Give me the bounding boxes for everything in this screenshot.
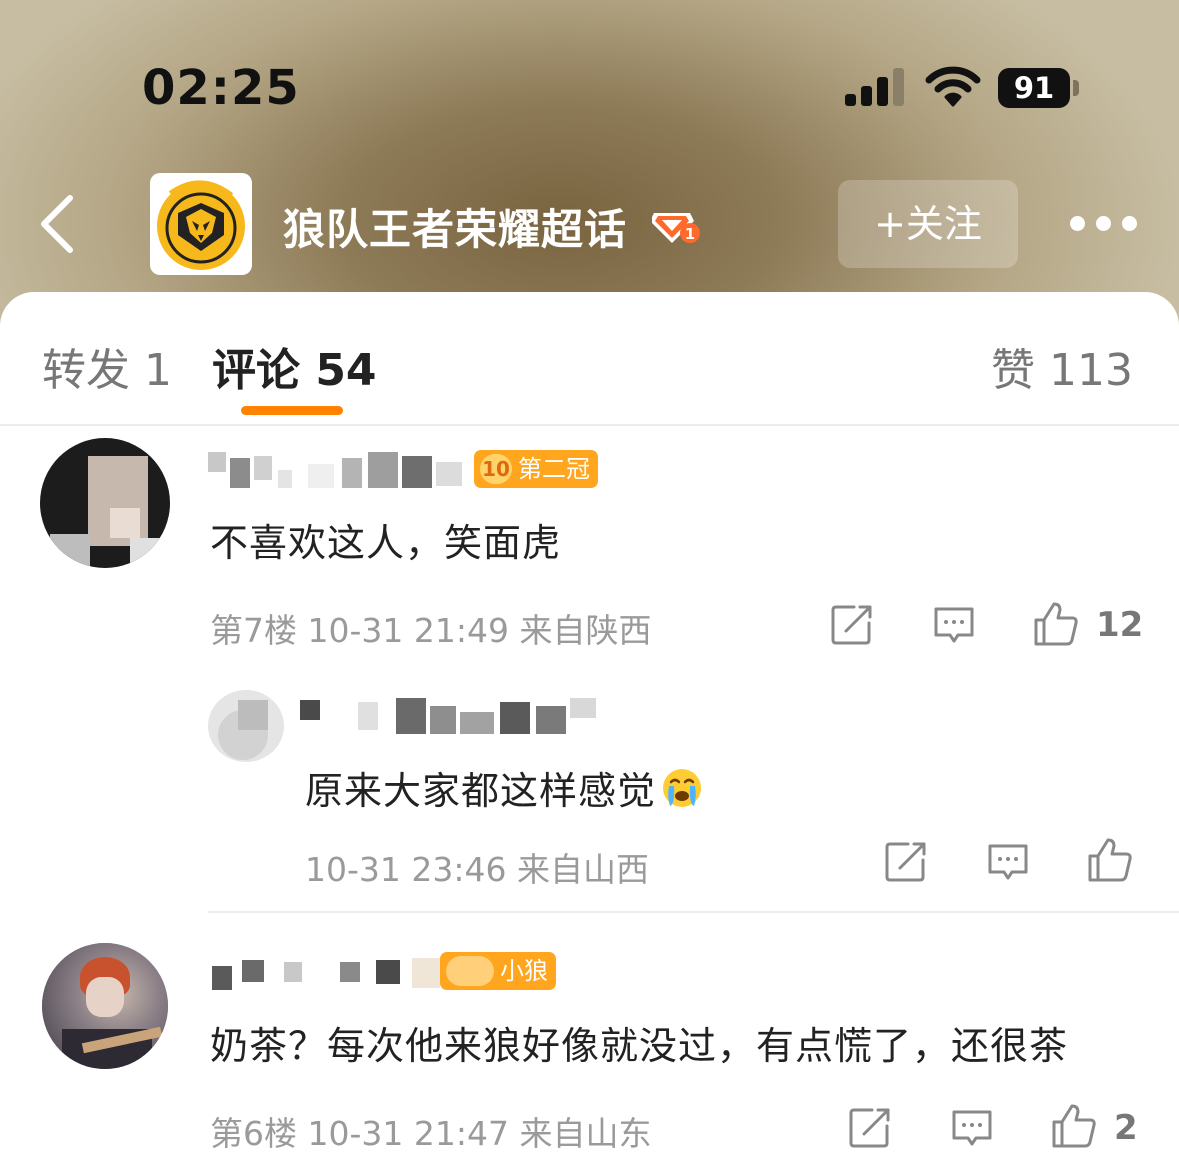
repost-icon[interactable] [830, 603, 874, 647]
crying-face-icon [663, 769, 702, 807]
reply-avatar[interactable] [208, 690, 284, 762]
super-topic-level-badge-icon: 1 [652, 213, 700, 243]
avatar[interactable] [42, 943, 168, 1069]
avatar[interactable] [40, 438, 170, 568]
repost-icon[interactable] [848, 1106, 892, 1150]
comment-location: 来自山东 [519, 1114, 652, 1153]
tab-like[interactable]: 赞 113 [991, 334, 1133, 398]
comment-icon[interactable] [950, 1106, 994, 1150]
floor-number: 第7楼 [210, 611, 297, 650]
reply-meta: 10-31 23:46 来自山西 [305, 843, 649, 891]
comment-meta: 第6楼 10-31 21:47 来自山东 [210, 1107, 651, 1155]
fan-level-badge: 小狼 [440, 952, 556, 990]
username-blurred[interactable] [212, 956, 442, 996]
wolf-logo-icon[interactable] [150, 173, 252, 275]
active-tab-indicator [241, 406, 343, 415]
tab-repost[interactable]: 转发 1 [42, 334, 172, 398]
comment-text: 不喜欢这人，笑面虎 [210, 521, 562, 565]
cellular-signal-icon [845, 68, 905, 106]
like-thumb-icon[interactable] [1086, 836, 1134, 884]
like-thumb-icon[interactable] [1032, 600, 1080, 648]
back-arrow-icon[interactable] [34, 192, 84, 256]
wifi-icon [925, 66, 981, 107]
badge-label: 小狼 [500, 957, 548, 985]
like-count: 2 [1114, 1108, 1138, 1148]
comment-time: 10-31 21:47 [307, 1114, 509, 1153]
tab-comment[interactable]: 评论 54 [212, 334, 377, 398]
more-options-icon[interactable] [1066, 212, 1142, 236]
battery-icon: 91 [998, 68, 1080, 108]
follow-button[interactable]: +关注 [838, 180, 1018, 268]
comment-text: 奶茶？每次他来狼好像就没过，有点慌了，还很茶 [210, 1024, 1069, 1068]
username-blurred[interactable] [208, 452, 468, 492]
status-time: 02:25 [142, 60, 300, 116]
comment-divider [208, 911, 1179, 913]
like-count: 12 [1096, 605, 1144, 645]
fan-level-number [446, 956, 494, 986]
battery-level: 91 [998, 68, 1070, 108]
reply-text: 原来大家都这样感觉 [305, 760, 704, 815]
group-title: 狼队王者荣耀超话 [283, 205, 628, 254]
reply-time: 10-31 23:46 [305, 850, 507, 889]
repost-icon[interactable] [884, 840, 928, 884]
fan-level-number: 10 [480, 454, 512, 484]
like-thumb-icon[interactable] [1050, 1102, 1098, 1150]
floor-number: 第6楼 [210, 1114, 297, 1153]
tabs-divider [0, 424, 1179, 426]
comment-icon[interactable] [986, 840, 1030, 884]
badge-label: 第二冠 [518, 455, 590, 483]
comment-icon[interactable] [932, 603, 976, 647]
svg-text:1: 1 [685, 225, 695, 243]
reply-location: 来自山西 [516, 850, 649, 889]
comment-meta: 第7楼 10-31 21:49 来自陕西 [210, 604, 651, 652]
comment-time: 10-31 21:49 [307, 611, 509, 650]
reply-username-blurred[interactable] [300, 698, 600, 738]
header-background [0, 0, 1179, 340]
fan-level-badge: 10 第二冠 [474, 450, 598, 488]
comment-location: 来自陕西 [519, 611, 652, 650]
